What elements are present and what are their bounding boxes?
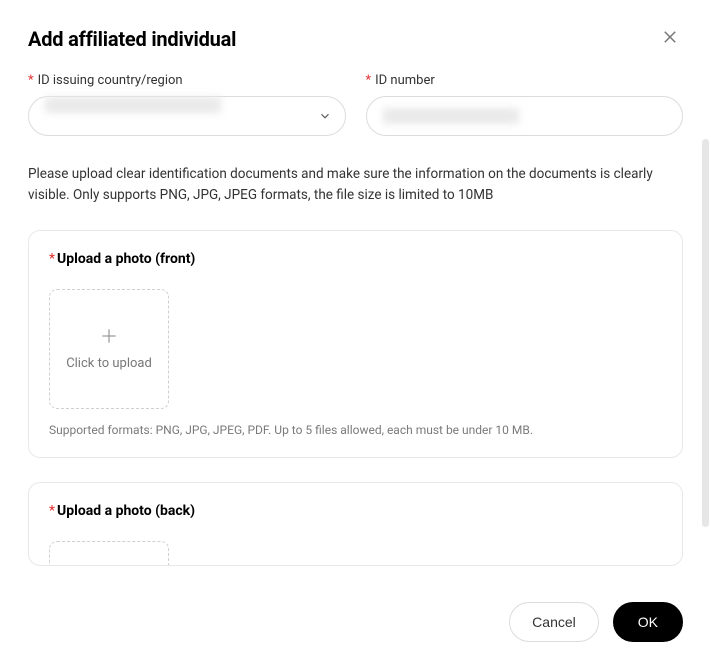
modal-body-wrap: *ID issuing country/region *ID number <box>0 69 711 586</box>
modal-body: *ID issuing country/region *ID number <box>0 69 711 586</box>
country-field: * ID issuing country/region <box>28 73 346 136</box>
country-value-redacted <box>45 97 221 113</box>
upload-front-text: Click to upload <box>60 356 158 371</box>
idnumber-value-redacted <box>383 108 519 124</box>
upload-back-label-text: Upload a photo (back) <box>57 503 195 519</box>
upload-back-label: *Upload a photo (back) <box>49 503 662 519</box>
required-mark: * <box>49 251 55 267</box>
id-fields-row: *ID issuing country/region *ID number <box>28 73 683 136</box>
required-mark: * <box>366 73 372 88</box>
country-select[interactable] <box>28 96 346 136</box>
required-mark: * <box>28 73 34 88</box>
scrollbar[interactable] <box>702 139 709 527</box>
modal-header: Add affiliated individual <box>0 0 711 69</box>
add-affiliated-modal: Add affiliated individual * ID issuing co… <box>0 0 711 632</box>
plus-icon <box>99 326 119 346</box>
idnumber-input[interactable] <box>366 96 684 136</box>
idnumber-field: *ID number <box>366 73 684 136</box>
upload-front-card: *Upload a photo (front) Click to upload … <box>28 230 683 458</box>
country-select-wrap <box>28 96 346 136</box>
idnumber-label-text: ID number <box>375 73 435 88</box>
upload-front-label: *Upload a photo (front) <box>49 251 662 267</box>
upload-front-label-text: Upload a photo (front) <box>57 251 195 267</box>
upload-instructions: Please upload clear identification docum… <box>28 164 683 206</box>
modal-title: Add affiliated individual <box>28 27 236 51</box>
country-label-text: ID issuing country/region <box>38 73 183 88</box>
cancel-button[interactable]: Cancel <box>509 602 599 642</box>
upload-front-support: Supported formats: PNG, JPG, JPEG, PDF. … <box>49 423 662 437</box>
upload-back-card: *Upload a photo (back) <box>28 482 683 566</box>
close-icon <box>661 28 679 49</box>
required-mark: * <box>49 503 55 519</box>
close-button[interactable] <box>657 24 683 53</box>
upload-back-button[interactable] <box>49 541 169 566</box>
modal-footer: Cancel OK <box>0 586 711 662</box>
idnumber-label: *ID number <box>366 73 684 88</box>
ok-button[interactable]: OK <box>613 602 683 642</box>
upload-front-button[interactable]: Click to upload <box>49 289 169 409</box>
country-label: * ID issuing country/region <box>28 73 346 88</box>
idnumber-input-wrap <box>366 96 684 136</box>
